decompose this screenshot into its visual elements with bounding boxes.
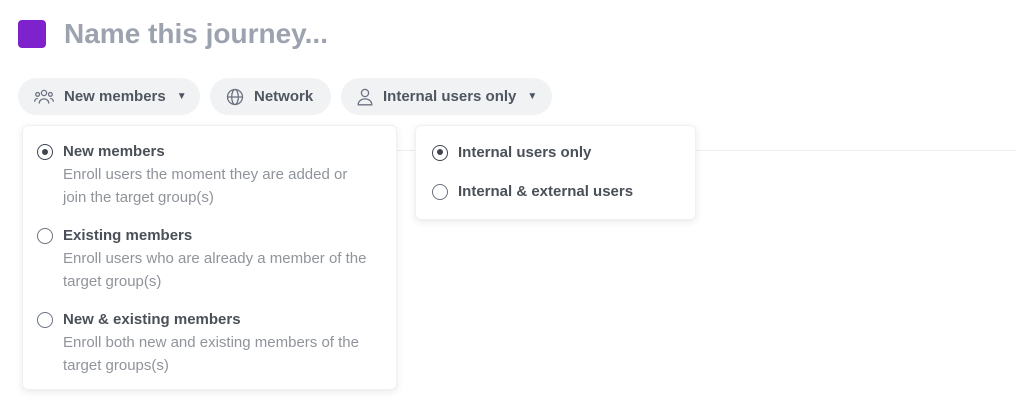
- network-chip-label: Network: [254, 88, 314, 105]
- members-option-existing[interactable]: Existing members Enroll users who are al…: [37, 226, 373, 293]
- audience-chip-label: Internal users only: [383, 88, 517, 105]
- title-row: [18, 18, 484, 50]
- user-icon: [357, 88, 373, 106]
- members-dropdown-chip[interactable]: New members ▼: [18, 78, 200, 115]
- option-label: Existing members: [63, 227, 193, 244]
- journey-color-swatch[interactable]: [18, 20, 46, 48]
- network-chip[interactable]: Network: [210, 78, 331, 115]
- audience-option-internal[interactable]: Internal users only: [432, 143, 591, 162]
- radio-button[interactable]: [37, 144, 53, 160]
- caret-down-icon: ▼: [527, 91, 538, 102]
- members-option-new-and-existing[interactable]: New & existing members Enroll both new a…: [37, 310, 373, 377]
- members-option-new[interactable]: New members Enroll users the moment they…: [37, 142, 373, 209]
- option-label: New & existing members: [63, 311, 241, 328]
- option-description: Enroll users the moment they are added o…: [63, 166, 348, 206]
- filter-chips: New members ▼ Network Internal users onl…: [18, 78, 552, 115]
- option-description: Enroll both new and existing members of …: [63, 334, 359, 374]
- caret-down-icon: ▼: [176, 91, 187, 102]
- option-label: Internal & external users: [458, 183, 634, 200]
- globe-icon: [226, 88, 244, 106]
- option-label: New members: [63, 143, 165, 160]
- option-description: Enroll users who are already a member of…: [63, 250, 367, 290]
- audience-option-internal-external[interactable]: Internal & external users: [432, 182, 633, 201]
- radio-button[interactable]: [432, 183, 448, 200]
- option-label: Internal users only: [458, 144, 592, 161]
- users-group-icon: [34, 89, 54, 105]
- radio-button[interactable]: [432, 144, 448, 161]
- radio-button[interactable]: [37, 312, 53, 328]
- audience-dropdown-chip[interactable]: Internal users only ▼: [341, 78, 552, 115]
- members-chip-label: New members: [64, 88, 166, 105]
- members-menu: New members Enroll users the moment they…: [22, 125, 397, 390]
- journey-editor: New members ▼ Network Internal users onl…: [0, 0, 1016, 402]
- audience-menu: Internal users only Internal & external …: [415, 125, 696, 220]
- journey-name-input[interactable]: [64, 18, 484, 50]
- radio-button[interactable]: [37, 228, 53, 244]
